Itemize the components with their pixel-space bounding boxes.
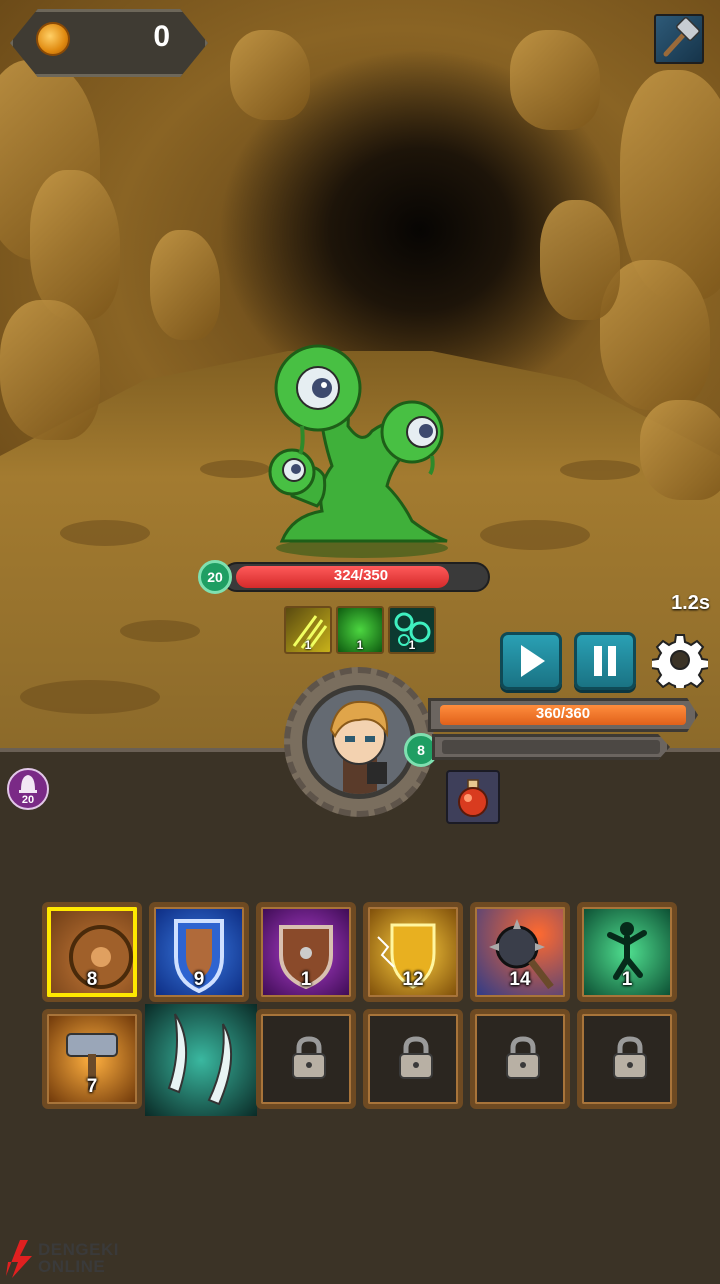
wooden-shield-icon[interactable]: 1	[256, 902, 356, 1002]
hero-avatar	[329, 700, 389, 794]
claw-slash-icon[interactable]: 1	[284, 606, 332, 654]
floor-stone	[480, 520, 590, 550]
lock-icon	[506, 1036, 540, 1079]
spiked-mace-icon[interactable]: 14	[470, 902, 570, 1002]
play-icon	[521, 645, 545, 677]
lock-icon	[399, 1036, 433, 1079]
locked-slot	[363, 1009, 463, 1109]
floor-stone	[120, 620, 200, 642]
hero-hp-text: 360/360	[535, 705, 591, 722]
skill-count: 12	[402, 969, 424, 990]
locked-slot	[577, 1009, 677, 1109]
cave-rock	[30, 170, 120, 320]
round-shield-icon[interactable]: 8	[42, 902, 142, 1002]
lock-icon	[613, 1036, 647, 1079]
blue-shield-icon[interactable]: 9	[149, 902, 249, 1002]
floor-stone	[560, 460, 640, 480]
pause-button[interactable]	[574, 632, 636, 690]
status-count: 1	[304, 638, 312, 652]
hero-portrait[interactable]	[302, 685, 416, 799]
locked-slot	[256, 1009, 356, 1109]
bubbles-icon[interactable]: 1	[388, 606, 436, 654]
status-count: 1	[408, 638, 416, 652]
red-potion-icon[interactable]	[446, 770, 500, 824]
green-slime-monster[interactable]	[262, 336, 462, 560]
bell-icon	[19, 775, 37, 793]
coin-count: 0	[153, 20, 170, 53]
twin-daggers-icon[interactable]	[145, 1004, 257, 1116]
cave-rock	[640, 400, 720, 500]
skill-count: 14	[509, 969, 531, 990]
coin-icon	[36, 22, 70, 56]
floor-stone	[20, 680, 160, 714]
poison-cloud-icon[interactable]: 1	[336, 606, 384, 654]
attack-speed-label: 1.2s	[671, 592, 710, 614]
leaping-figure-icon[interactable]: 1	[577, 902, 677, 1002]
watermark-line2: ONLINE	[38, 1257, 106, 1276]
locked-slot	[470, 1009, 570, 1109]
skill-count: 9	[193, 969, 205, 990]
cave-rock	[150, 230, 220, 340]
status-count: 1	[356, 638, 364, 652]
war-hammer-icon[interactable]: 7	[42, 1009, 142, 1109]
hero-xp-track	[442, 740, 660, 754]
skill-count: 1	[300, 969, 312, 990]
cave-rock	[540, 200, 620, 320]
skill-count: 8	[86, 969, 98, 990]
cave-rock	[0, 300, 100, 440]
floor-stone	[200, 460, 270, 478]
skill-count: 7	[86, 1076, 98, 1097]
lightning-shield-icon[interactable]: 12	[363, 902, 463, 1002]
cave-rock	[510, 30, 600, 130]
cave-rock	[230, 30, 310, 120]
hammer-icon[interactable]	[654, 14, 704, 64]
pause-icon	[594, 646, 616, 676]
lock-icon	[292, 1036, 326, 1079]
play-button[interactable]	[500, 632, 562, 690]
gear-icon[interactable]	[652, 632, 708, 688]
floor-stone	[60, 520, 150, 546]
bell-count: 20	[21, 794, 35, 806]
enemy-hp-text: 324/350	[333, 567, 389, 584]
enemy-level-badge: 20	[198, 560, 232, 594]
skill-count: 1	[621, 969, 633, 990]
